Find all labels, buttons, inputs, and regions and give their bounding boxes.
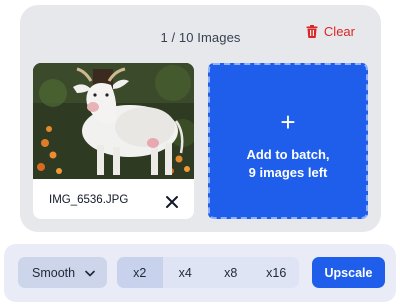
bottom-toolbar: Smooth x2 x4 x8 x16 Upscale: [4, 244, 396, 302]
clear-button[interactable]: Clear: [306, 24, 355, 39]
add-tile-line1: Add to batch,: [246, 147, 330, 162]
upscale-button[interactable]: Upscale: [312, 257, 385, 288]
image-filename: IMG_6536.JPG: [49, 194, 129, 206]
scale-selector: x2 x4 x8 x16: [117, 257, 299, 288]
mode-dropdown[interactable]: Smooth: [18, 257, 107, 288]
scale-option-x4[interactable]: x4: [163, 257, 209, 288]
batch-panel: 1 / 10 Images Clear IMG_6536.JPG + Add t…: [20, 5, 381, 232]
add-tile-line2: 9 images left: [248, 165, 328, 180]
scale-option-x8[interactable]: x8: [208, 257, 254, 288]
close-icon: [166, 196, 178, 208]
scale-option-x2[interactable]: x2: [117, 257, 163, 288]
plus-icon: +: [280, 107, 296, 137]
image-thumbnail: [33, 63, 194, 179]
add-to-batch-button[interactable]: + Add to batch, 9 images left: [208, 63, 368, 219]
image-card[interactable]: IMG_6536.JPG: [33, 63, 194, 219]
chevron-down-icon: [85, 266, 95, 280]
remove-image-button[interactable]: [164, 194, 180, 210]
clear-label: Clear: [323, 24, 355, 39]
trash-icon: [306, 25, 318, 38]
scale-option-x16[interactable]: x16: [254, 257, 300, 288]
mode-selected-label: Smooth: [32, 265, 76, 280]
